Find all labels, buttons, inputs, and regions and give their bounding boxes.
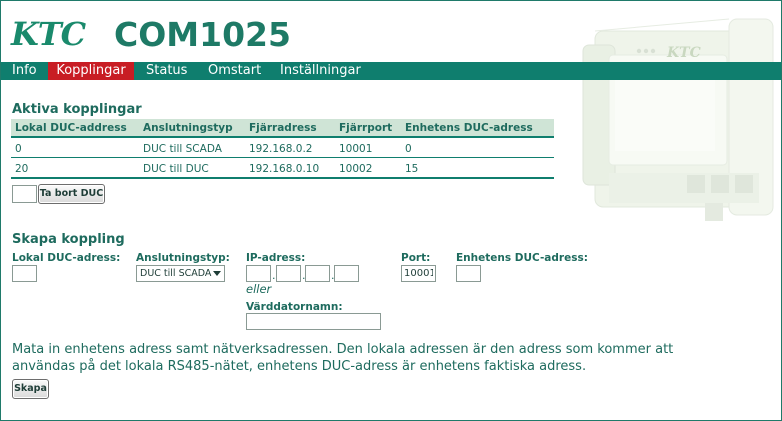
table-cell: 10001 <box>335 137 401 158</box>
table-cell: DUC till DUC <box>139 157 245 179</box>
ip-separator: . <box>272 269 276 282</box>
table-cell: 192.168.0.10 <box>245 157 335 179</box>
remove-duc-button[interactable]: Ta bort DUC <box>38 184 105 204</box>
nav-item-installningar[interactable]: Inställningar <box>274 62 367 80</box>
table-cell: DUC till SCADA <box>139 137 245 158</box>
nav-item-kopplingar[interactable]: Kopplingar <box>48 62 134 80</box>
port-label: Port: <box>401 252 431 264</box>
create-button[interactable]: Skapa <box>12 379 49 399</box>
connection-type-value: DUC till SCADA <box>140 268 212 279</box>
or-text: eller <box>246 282 272 296</box>
ip-octet-3-input[interactable] <box>305 265 330 282</box>
header: KTC COM1025 <box>1 1 781 61</box>
ip-octet-4-input[interactable] <box>334 265 359 282</box>
column-header: Lokal DUC-address <box>11 119 139 138</box>
device-duc-label: Enhetens DUC-adress: <box>456 252 588 264</box>
column-header: Enhetens DUC-adress <box>401 119 554 138</box>
column-header: Fjärrport <box>335 119 401 138</box>
chevron-down-icon <box>213 271 221 276</box>
nav-item-omstart[interactable]: Omstart <box>202 62 267 80</box>
create-connection-title: Skapa koppling <box>12 232 125 247</box>
page-frame: KTC KTC COM1025 Info Kopplingar Status O… <box>0 0 782 421</box>
local-duc-input[interactable] <box>12 265 37 282</box>
local-duc-label: Lokal DUC-adress: <box>12 252 121 264</box>
table-cell: 0 <box>401 137 554 158</box>
nav-item-status[interactable]: Status <box>140 62 193 80</box>
table-row: 20 DUC till DUC 192.168.0.10 10002 15 <box>11 157 554 179</box>
hostname-label: Värddatornamn: <box>246 301 343 313</box>
ip-address-label: IP-adress: <box>246 252 306 264</box>
connection-type-label: Anslutningstyp: <box>136 252 230 264</box>
remove-duc-input[interactable] <box>12 185 37 203</box>
table-cell: 0 <box>11 137 139 158</box>
connections-table: Lokal DUC-address Anslutningstyp Fjärrad… <box>11 119 554 179</box>
active-connections-title: Aktiva kopplingar <box>12 102 142 117</box>
ktc-logo: KTC <box>11 15 86 53</box>
ip-octet-2-input[interactable] <box>276 265 301 282</box>
connection-type-select[interactable]: DUC till SCADA <box>136 265 225 282</box>
hostname-input[interactable] <box>246 313 381 330</box>
table-cell: 15 <box>401 157 554 179</box>
column-header: Fjärradress <box>245 119 335 138</box>
info-text: Mata in enhetens adress samt nätverksadr… <box>12 342 674 374</box>
ip-octet-1-input[interactable] <box>246 265 271 282</box>
table-header-row: Lokal DUC-address Anslutningstyp Fjärrad… <box>11 119 554 138</box>
table-cell: 20 <box>11 157 139 179</box>
nav-item-info[interactable]: Info <box>6 62 43 80</box>
nav-bar: Info Kopplingar Status Omstart Inställni… <box>1 62 781 80</box>
table-cell: 10002 <box>335 157 401 179</box>
table-cell: 192.168.0.2 <box>245 137 335 158</box>
device-duc-input[interactable] <box>456 265 481 282</box>
table-row: 0 DUC till SCADA 192.168.0.2 10001 0 <box>11 137 554 158</box>
port-input[interactable] <box>401 265 436 282</box>
app-title: COM1025 <box>114 15 291 54</box>
column-header: Anslutningstyp <box>139 119 245 138</box>
